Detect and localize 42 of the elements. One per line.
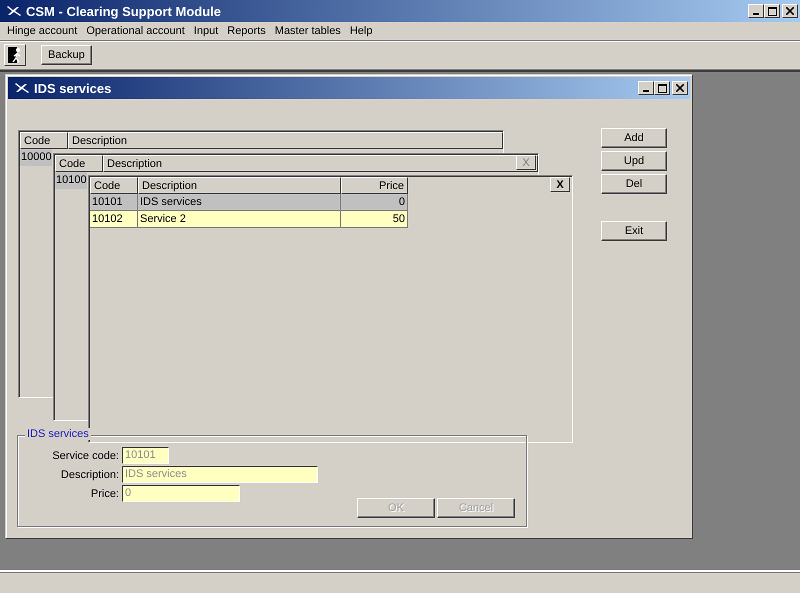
action-button[interactable]: Upd [601,151,667,171]
backup-button[interactable]: Backup [41,45,92,65]
table-row[interactable]: 10000 [20,149,52,166]
table-cell: 50 [341,211,408,228]
minimize-button[interactable] [748,4,764,18]
action-button[interactable]: Exit [601,221,667,241]
table-row[interactable]: 10100 [55,172,87,189]
close-button[interactable] [672,81,688,95]
maximize-button[interactable] [654,81,670,95]
field-label: Service code: [51,450,120,462]
table-cell: 10102 [90,211,138,228]
minimize-button[interactable] [638,81,654,95]
close-icon [786,7,794,15]
close-button[interactable] [782,4,798,18]
column-header[interactable]: Code [20,132,68,149]
window-title: IDS services [34,80,112,96]
window-title: CSM - Clearing Support Module [26,4,221,18]
column-header[interactable]: Code [90,177,138,194]
action-button[interactable]: Del [601,174,667,194]
close-icon [676,84,684,92]
column-header[interactable]: Description [68,132,503,149]
menu-item[interactable]: Input [194,25,218,37]
maximize-icon [768,6,776,16]
action-button[interactable]: Add [601,128,667,148]
menu-item[interactable]: Help [350,25,372,37]
table-row[interactable]: 10102 Service 2 50 [90,211,408,228]
column-header[interactable]: Price [341,177,408,194]
group-title: IDS services [25,428,91,440]
column-header[interactable]: Code [55,155,103,172]
exit-figure-icon[interactable] [4,44,26,66]
field-label: Price: [90,488,120,500]
maximize-button[interactable] [764,4,780,18]
menu-item[interactable]: Master tables [274,25,341,37]
menu-item[interactable]: Operational account [86,25,185,37]
table-cell: Service 2 [138,211,341,228]
menu-item[interactable]: Reports [227,25,266,37]
column-header[interactable]: Description [138,177,341,194]
field-label: Description: [60,468,120,480]
maximize-icon [658,84,666,92]
close-button[interactable]: X [550,177,570,192]
table-row[interactable]: 10101 IDS services 0 [90,194,408,211]
menu-item[interactable]: Hinge account [7,25,78,37]
